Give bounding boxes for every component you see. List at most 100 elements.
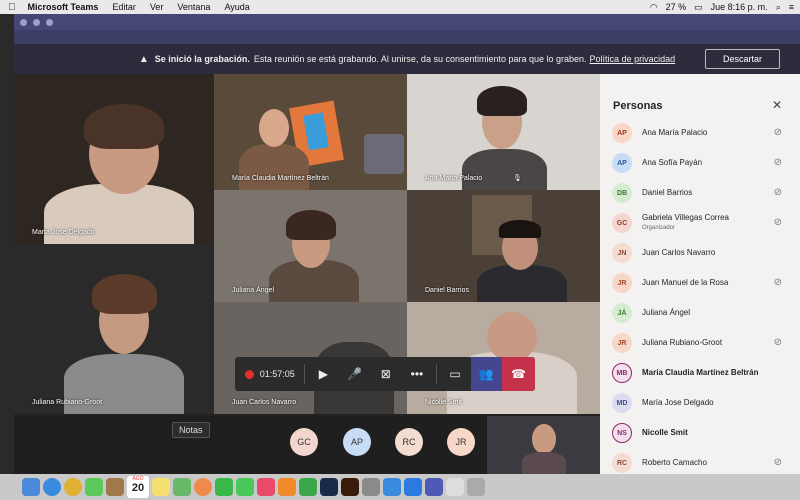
video-tile[interactable]: Daniel Barrios: [407, 190, 600, 302]
photos-icon[interactable]: [194, 478, 212, 496]
participant-name: Roberto Camacho: [642, 458, 707, 467]
avatar: RC: [612, 453, 632, 473]
messages-icon[interactable]: [236, 478, 254, 496]
participant-row[interactable]: JÁ Juliana Ángel: [600, 298, 800, 328]
participant-name: María Claudia Martínez Beltrán: [232, 175, 329, 182]
avatar[interactable]: RC: [395, 428, 423, 456]
music-icon[interactable]: [257, 478, 275, 496]
avatar: MB: [612, 363, 632, 383]
menu-help[interactable]: Ayuda: [224, 2, 249, 12]
wifi-icon[interactable]: ◠: [650, 2, 658, 13]
photoshop-icon[interactable]: [320, 478, 338, 496]
system-preferences-icon[interactable]: [362, 478, 380, 496]
illustrator-icon[interactable]: [341, 478, 359, 496]
video-tile[interactable]: Ana María Palacio 🎙: [407, 74, 600, 190]
app-store-icon[interactable]: [383, 478, 401, 496]
privacy-link[interactable]: Política de privacidad: [590, 54, 676, 64]
dismiss-button[interactable]: Descartar: [705, 49, 780, 69]
participant-row[interactable]: AP Ana María Palacio ⊘: [600, 118, 800, 148]
video-tile[interactable]: María Claudia Martínez Beltrán: [214, 74, 407, 190]
participant-name: Nicolle Smit: [425, 399, 462, 406]
avatar: JR: [612, 333, 632, 353]
window-title-bar: [14, 14, 800, 30]
participant-row[interactable]: GC Gabriela Villegas Correa Organizador ⊘: [600, 208, 800, 238]
status-area: ◠ 27 % ▭ Jue 8:16 p. m. ⌕ ≡: [650, 0, 794, 14]
avatar: DB: [612, 183, 632, 203]
teams-icon[interactable]: [425, 478, 443, 496]
video-tile[interactable]: Juliana Rubiano-Groot: [14, 244, 214, 414]
mic-muted-icon: ⊘: [773, 277, 782, 288]
mic-muted-icon: ⊘: [773, 187, 782, 198]
video-tile[interactable]: María Jose Delgado: [14, 74, 214, 244]
avatar: AP: [612, 123, 632, 143]
participant-name: Ana María Palacio: [642, 128, 708, 137]
avatar: JÁ: [612, 303, 632, 323]
participant-row[interactable]: DB Daniel Barrios ⊘: [600, 178, 800, 208]
notes-app-icon[interactable]: [106, 478, 124, 496]
overflow-participants: GC AP RC JR: [14, 416, 600, 474]
participant-name: María Claudia Martínez Beltrán: [642, 368, 759, 377]
avatar: JN: [612, 243, 632, 263]
avatar[interactable]: GC: [290, 428, 318, 456]
participant-row[interactable]: JR Juan Manuel de la Rosa ⊘: [600, 268, 800, 298]
books-icon[interactable]: [278, 478, 296, 496]
safari-icon[interactable]: [43, 478, 61, 496]
participant-name: Juliana Rubiano-Groot: [32, 399, 103, 406]
minimize-window-icon[interactable]: [33, 18, 40, 26]
close-window-icon[interactable]: [20, 18, 27, 26]
zoom-icon[interactable]: [404, 478, 422, 496]
facetime-icon[interactable]: [215, 478, 233, 496]
participant-name: María Jose Delgado: [642, 398, 714, 407]
warning-icon: ▲: [138, 53, 149, 65]
close-icon[interactable]: ✕: [772, 98, 782, 112]
zoom-window-icon[interactable]: [46, 18, 53, 26]
control-center-icon[interactable]: ≡: [789, 2, 794, 12]
people-panel: Personas ✕ AP Ana María Palacio ⊘ AP Ana Sof…: [600, 74, 800, 474]
numbers-icon[interactable]: [299, 478, 317, 496]
finder-window-icon[interactable]: [446, 478, 464, 496]
participant-row[interactable]: JR Juliana Rubiano-Groot ⊘: [600, 328, 800, 358]
self-video[interactable]: [487, 416, 600, 474]
recording-title: Se inició la grabación.: [154, 54, 250, 64]
maps-icon[interactable]: [85, 478, 103, 496]
avatar[interactable]: AP: [343, 428, 371, 456]
participant-row[interactable]: JN Juan Carlos Navarro: [600, 238, 800, 268]
avatar[interactable]: JR: [447, 428, 475, 456]
mic-muted-icon: 🎙: [513, 175, 522, 182]
clock[interactable]: Jue 8:16 p. m.: [711, 2, 768, 12]
participant-name: Daniel Barrios: [425, 287, 469, 294]
apple-menu-icon[interactable]: : [8, 2, 16, 13]
hang-up-icon[interactable]: ☎: [501, 357, 535, 391]
stickies-icon[interactable]: [152, 478, 170, 496]
avatar: NS: [612, 423, 632, 443]
finder-icon[interactable]: [22, 478, 40, 496]
participant-name: Juliana Ángel: [232, 287, 275, 294]
map-icon[interactable]: [173, 478, 191, 496]
search-icon[interactable]: ⌕: [776, 2, 781, 13]
recording-text: Esta reunión se está grabando. Al unirse…: [253, 54, 587, 64]
participant-row[interactable]: NS Nicolle Smit: [600, 418, 800, 448]
calendar-icon[interactable]: AGO 20: [127, 476, 149, 498]
call-controls: 01:57:05 ▶ 🎤 ⊠ ••• ▭ 👥 ☎: [235, 357, 535, 391]
menu-view[interactable]: Ver: [150, 2, 164, 12]
divider: [303, 364, 305, 384]
mic-muted-icon: ⊘: [773, 337, 782, 348]
share-screen-icon[interactable]: ⊠: [370, 357, 401, 391]
battery-icon[interactable]: ▭: [694, 2, 703, 13]
participant-row[interactable]: MD María Jose Delgado: [600, 388, 800, 418]
chrome-icon[interactable]: [64, 478, 82, 496]
trash-icon[interactable]: [467, 478, 485, 496]
menu-edit[interactable]: Editar: [112, 2, 136, 12]
more-options-icon[interactable]: •••: [401, 357, 432, 391]
chat-icon[interactable]: ▭: [440, 357, 471, 391]
participant-row[interactable]: AP Ana Sofía Payán ⊘: [600, 148, 800, 178]
video-tile[interactable]: Juliana Ángel: [214, 190, 407, 302]
microphone-icon[interactable]: 🎤: [339, 357, 370, 391]
participants-icon[interactable]: 👥: [470, 357, 502, 391]
avatar: JR: [612, 273, 632, 293]
app-menu[interactable]: Microsoft Teams: [28, 2, 99, 12]
menu-bar:  Microsoft Teams Editar Ver Ventana Ayu…: [0, 0, 800, 14]
menu-window[interactable]: Ventana: [177, 2, 210, 12]
participant-row[interactable]: MB María Claudia Martínez Beltrán: [600, 358, 800, 388]
camera-icon[interactable]: ▶: [308, 357, 339, 391]
